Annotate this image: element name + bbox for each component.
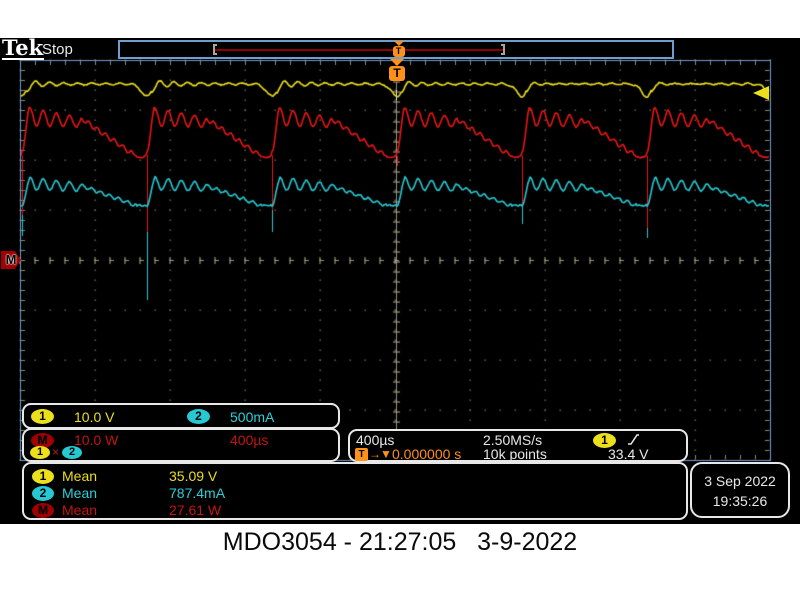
ch2-badge: 2 [187,409,210,424]
wave-record-view-bar: T [118,40,674,59]
math-expr-ch2-badge: 2 [62,446,82,459]
screenshot-caption: MDO3054 - 21:27:05 3-9-2022 [0,528,800,557]
math-scale: 10.0 W [74,432,118,448]
trigger-position-line [396,90,397,100]
horizontal-timebase: 400µs [356,432,394,448]
oscilloscope-screenshot: Tek Stop T T M 1 10.0 V 2 500mA M 10.0 W [0,0,800,600]
ch1-scale: 10.0 V [74,409,114,425]
tek-logo: Tek [2,38,44,60]
acquisition-status: Stop [42,41,73,58]
meas3-name: Mean [62,502,97,518]
date-label: 3 Sep 2022 [692,471,788,491]
meas2-value: 787.4mA [169,485,225,501]
trigger-level-arrow-icon [753,86,769,100]
record-length: 10k points [483,446,547,462]
trigger-delay: 0.000000 s [392,446,461,462]
math-readout: M 10.0 W 400µs 1 × 2 [22,428,340,462]
ch1-badge: 1 [31,409,54,424]
record-trigger-marker-icon: T [391,41,406,57]
record-window-right-bracket-icon [501,44,505,55]
record-window-left-bracket-icon [213,44,217,55]
math-expr-ch1-badge: 1 [30,446,50,459]
measurements-readout: 1 Mean 35.09 V 2 Mean 787.4mA M Mean 27.… [22,462,688,520]
trigger-position-flag: T [388,59,406,81]
trigger-level: 33.4 V [608,446,648,462]
trigger-t-icon: T [393,46,405,57]
math-timebase: 400µs [230,432,268,448]
math-expr-operator: × [52,445,59,459]
ch2-scale: 500mA [230,409,274,425]
meas3-ch-badge: M [32,503,54,518]
meas1-ch-badge: 1 [32,469,54,484]
horizontal-trigger-readout: 400µs 2.50MS/s 1 T →▼ 0.000000 s 10k poi… [348,429,688,462]
triangle-down-icon [390,59,404,66]
record-view-line [215,49,505,51]
time-label: 19:35:26 [692,491,788,511]
meas3-value: 27.61 W [169,502,221,518]
meas1-value: 35.09 V [169,468,217,484]
channel-scale-readout: 1 10.0 V 2 500mA [22,403,340,429]
datetime-readout: 3 Sep 2022 19:35:26 [690,462,790,518]
trigger-t-icon: T [355,448,368,461]
meas2-name: Mean [62,485,97,501]
trigger-t-icon: T [389,66,405,81]
meas1-name: Mean [62,468,97,484]
scope-screen: Tek Stop T T M 1 10.0 V 2 500mA M 10.0 W [0,38,800,524]
delay-arrows-icon: →▼ [369,447,391,461]
meas2-ch-badge: 2 [32,486,54,501]
